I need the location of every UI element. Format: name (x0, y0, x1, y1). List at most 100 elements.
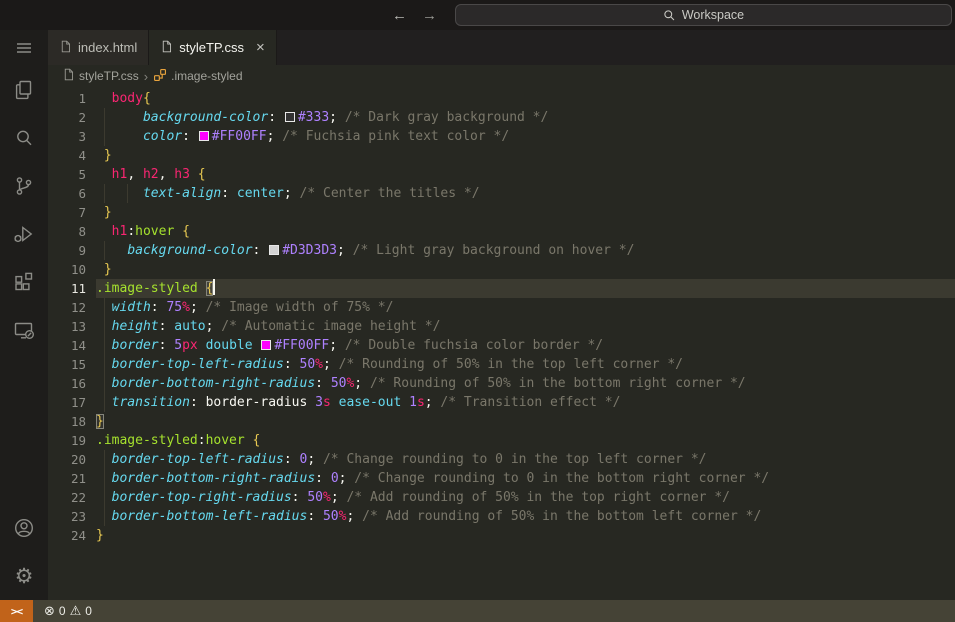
nav-forward-button[interactable]: → (422, 7, 437, 24)
account-icon[interactable] (0, 504, 48, 552)
code-token: h1 (111, 167, 128, 182)
code-line[interactable]: 17 transition: border-radius 3s ease-out… (48, 393, 955, 412)
line-number[interactable]: 5 (48, 165, 96, 184)
extensions-icon[interactable] (0, 258, 48, 306)
status-bar: >< ⊗ 0 ⚠ 0 (0, 600, 955, 622)
line-number[interactable]: 4 (48, 146, 96, 165)
code-token: ; (329, 338, 338, 353)
remote-indicator[interactable]: >< (0, 600, 33, 622)
code-token: color (142, 129, 183, 144)
close-icon[interactable]: × (256, 40, 265, 55)
line-number[interactable]: 21 (48, 469, 96, 488)
line-number[interactable]: 15 (48, 355, 96, 374)
code-line[interactable]: 14 border: 5px double #FF00FF; /* Double… (48, 336, 955, 355)
code-token: /* Add rounding of 50% in the top right … (346, 490, 730, 505)
code-line[interactable]: 18} (48, 412, 955, 431)
settings-gear-icon[interactable]: ⚙ (0, 552, 48, 600)
run-debug-icon[interactable] (0, 210, 48, 258)
line-number[interactable]: 2 (48, 108, 96, 127)
editor-code-area[interactable]: 1 body{2 background-color: #333; /* Dark… (48, 87, 955, 600)
indent-guide (103, 393, 105, 412)
code-token: /* Automatic image height */ (221, 319, 441, 334)
command-center-search[interactable]: Workspace (455, 4, 952, 26)
code-line[interactable]: 15 border-top-left-radius: 50%; /* Round… (48, 355, 955, 374)
code-token: ; (283, 186, 292, 201)
line-number[interactable]: 19 (48, 431, 96, 450)
code-line[interactable]: 10 } (48, 260, 955, 279)
line-number[interactable]: 13 (48, 317, 96, 336)
color-swatch[interactable] (198, 131, 209, 141)
code-line[interactable]: 2 background-color: #333; /* Dark gray b… (48, 108, 955, 127)
warning-icon: ⚠ (69, 603, 82, 619)
line-number[interactable]: 3 (48, 127, 96, 146)
color-swatch[interactable] (261, 340, 272, 350)
line-number[interactable]: 24 (48, 526, 96, 545)
line-number[interactable]: 18 (48, 412, 96, 431)
code-line[interactable]: 6 text-align: center; /* Center the titl… (48, 184, 955, 203)
code-line[interactable]: 3 color: #FF00FF; /* Fuchsia pink text c… (48, 127, 955, 146)
code-line[interactable]: 8 h1:hover { (48, 222, 955, 241)
line-number[interactable]: 10 (48, 260, 96, 279)
code-token: ease-out (338, 395, 402, 410)
source-control-icon[interactable] (0, 162, 48, 210)
indent-guide (103, 374, 105, 393)
indent-guide (103, 108, 105, 127)
color-swatch[interactable] (284, 112, 295, 122)
code-line[interactable]: 1 body{ (48, 89, 955, 108)
breadcrumb-item[interactable]: .image-styled (153, 68, 243, 85)
code-token: /* Add rounding of 50% in the bottom lef… (362, 509, 762, 524)
breadcrumb: styleTP.css › .image-styled (48, 65, 955, 87)
code-token: #FF00FF (274, 338, 330, 353)
breadcrumb-item[interactable]: styleTP.css (62, 68, 139, 84)
search-icon[interactable] (0, 114, 48, 162)
line-number[interactable]: 16 (48, 374, 96, 393)
color-swatch[interactable] (269, 245, 280, 255)
remote-explorer-icon[interactable] (0, 306, 48, 354)
line-number[interactable]: 1 (48, 89, 96, 108)
code-line[interactable]: 11 .image-styled { (48, 279, 955, 298)
problems-indicator[interactable]: ⊗ 0 ⚠ 0 (44, 600, 92, 622)
code-line[interactable]: 9 background-color: #D3D3D3; /* Light gr… (48, 241, 955, 260)
code-line[interactable]: 13 height: auto; /* Automatic image heig… (48, 317, 955, 336)
line-number[interactable]: 22 (48, 488, 96, 507)
code-line[interactable]: 16 border-bottom-right-radius: 50%; /* R… (48, 374, 955, 393)
line-number[interactable]: 11 (48, 279, 96, 298)
code-line[interactable]: 12 width: 75%; /* Image width of 75% */ (48, 298, 955, 317)
code-token: border-bottom-right-radius (111, 376, 316, 391)
line-number[interactable]: 8 (48, 222, 96, 241)
code-token: border-top-left-radius (111, 452, 284, 467)
code-line[interactable]: 19 .image-styled:hover { (48, 431, 955, 450)
code-token: { (252, 433, 261, 448)
line-number[interactable]: 23 (48, 507, 96, 526)
code-token: 0 (330, 471, 339, 486)
line-number[interactable]: 17 (48, 393, 96, 412)
line-number[interactable]: 9 (48, 241, 96, 260)
tab-styleTP.css[interactable]: styleTP.css × (149, 30, 277, 65)
code-line[interactable]: 7 } (48, 203, 955, 222)
code-line[interactable]: 24} (48, 526, 955, 545)
line-number[interactable]: 12 (48, 298, 96, 317)
nav-back-button[interactable]: ← (392, 7, 407, 24)
code-line[interactable]: 22 border-top-right-radius: 50%; /* Add … (48, 488, 955, 507)
line-number[interactable]: 14 (48, 336, 96, 355)
line-number[interactable]: 6 (48, 184, 96, 203)
menu-icon[interactable] (0, 30, 48, 66)
code-line[interactable]: 21 border-bottom-right-radius: 0; /* Cha… (48, 469, 955, 488)
code-line[interactable]: 23 border-bottom-left-radius: 50%; /* Ad… (48, 507, 955, 526)
code-token: /* Dark gray background */ (344, 110, 549, 125)
line-number[interactable]: 20 (48, 450, 96, 469)
code-token: : (197, 433, 206, 448)
tab-index.html[interactable]: index.html (48, 30, 150, 65)
code-line[interactable]: 5 h1, h2, h3 { (48, 165, 955, 184)
code-line[interactable]: 20 border-top-left-radius: 0; /* Change … (48, 450, 955, 469)
code-token: } (103, 205, 112, 220)
code-line[interactable]: 4 } (48, 146, 955, 165)
explorer-icon[interactable] (0, 66, 48, 114)
line-number[interactable]: 7 (48, 203, 96, 222)
code-token: /* Change rounding to 0 in the top left … (322, 452, 707, 467)
